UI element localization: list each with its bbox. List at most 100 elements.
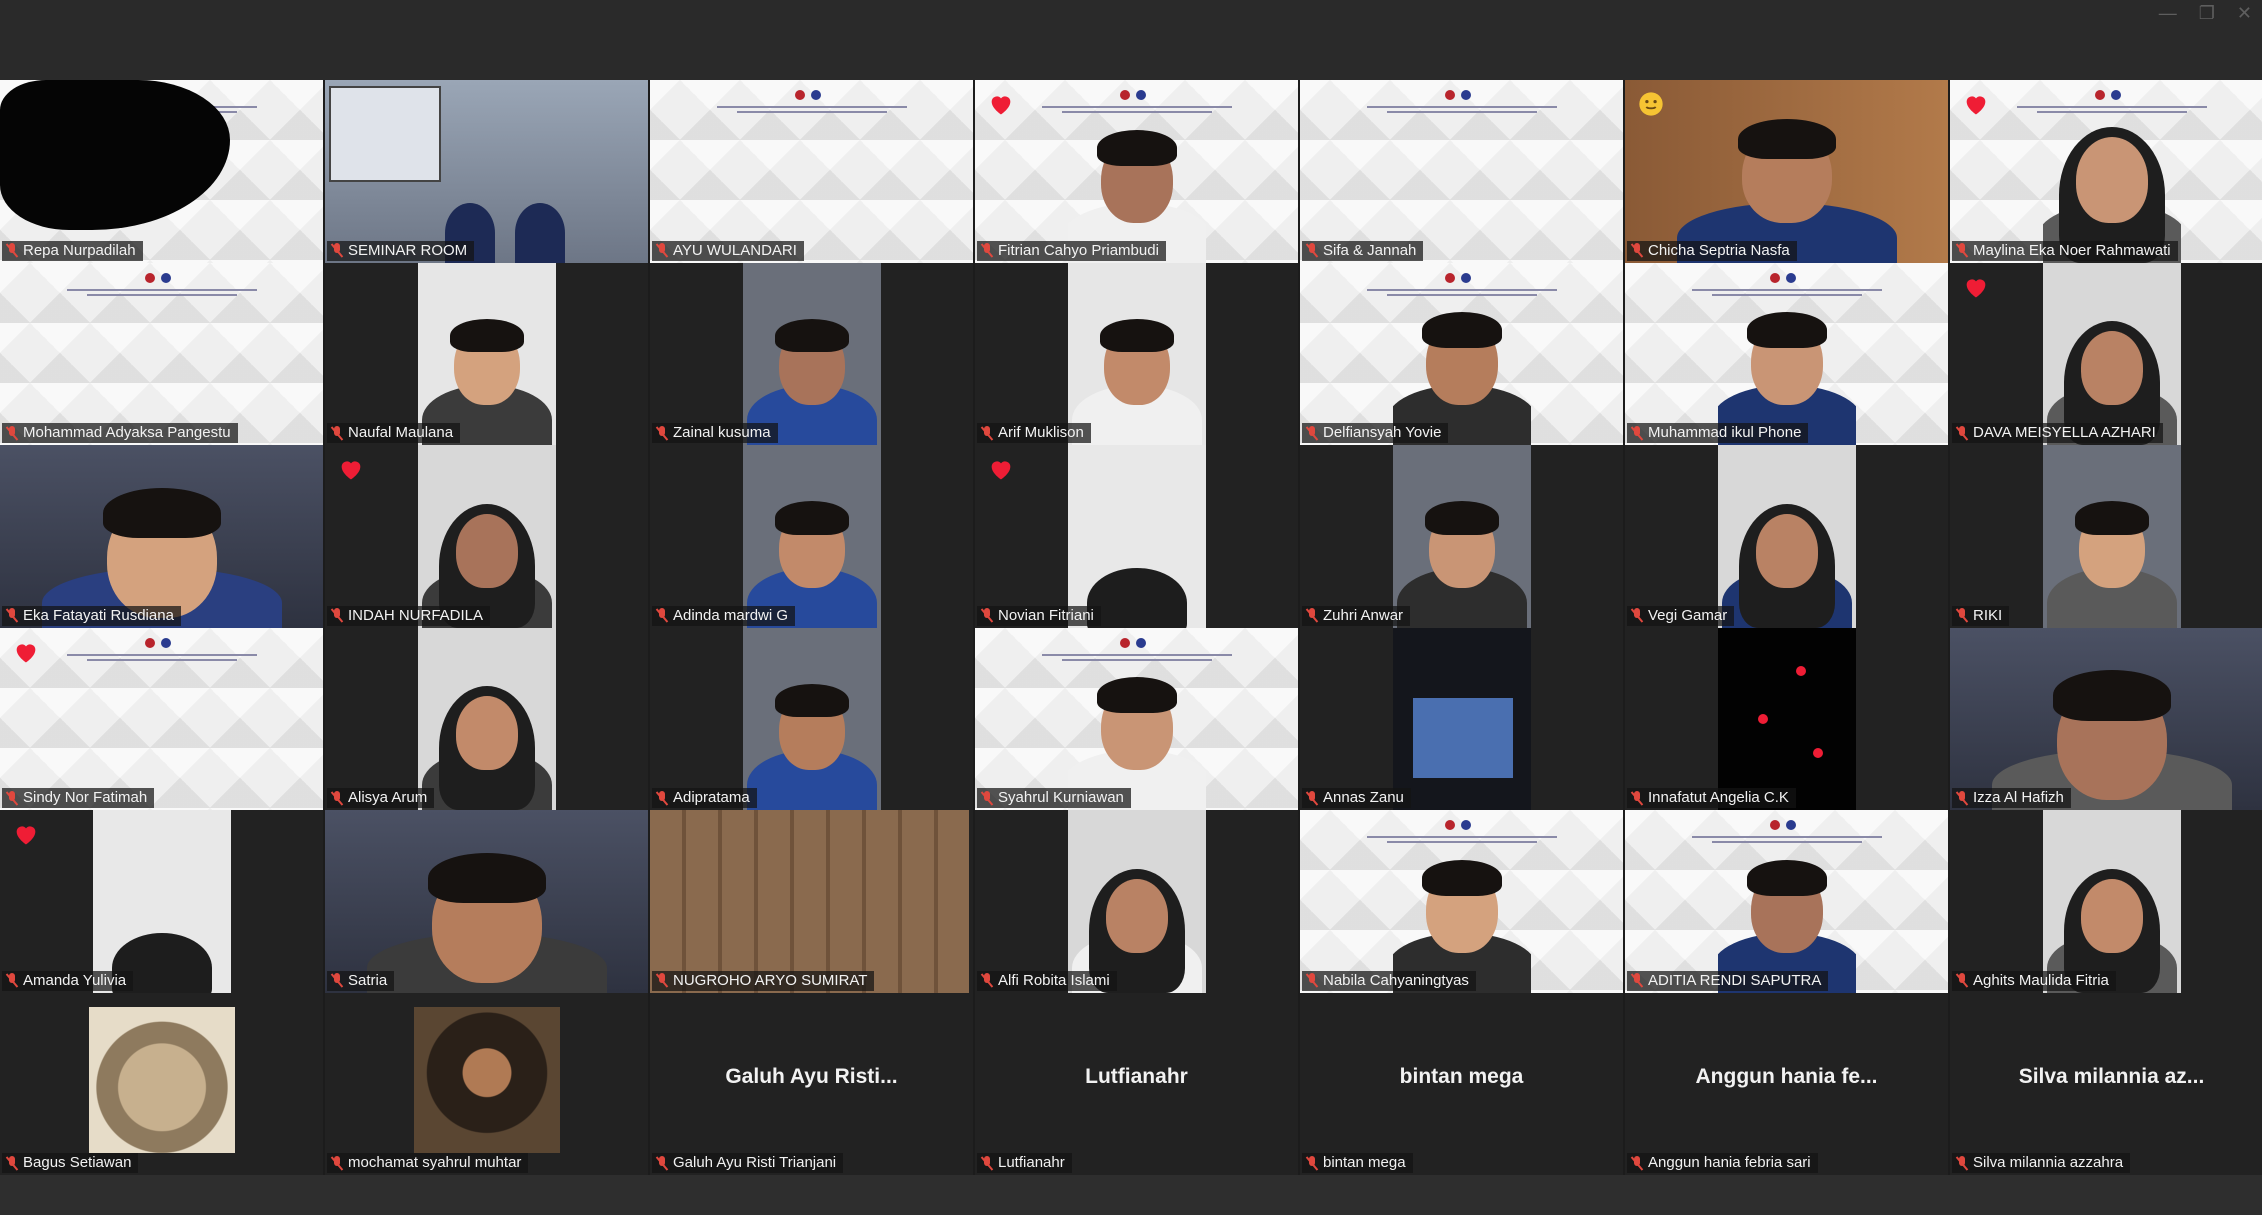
participant-tile-dava-meisyella-azhari[interactable]: DAVA MEISYELLA AZHARI (1950, 262, 2262, 445)
muted-mic-icon (1956, 243, 1968, 258)
participant-tile-indah-nurfadila[interactable]: INDAH NURFADILA (325, 445, 648, 628)
close-button[interactable]: ✕ (2237, 4, 2252, 22)
window-light (1412, 697, 1513, 778)
muted-mic-icon (6, 608, 18, 623)
poster-logo-header (66, 272, 257, 299)
participant-display-name: Galuh Ayu Risti... (725, 1064, 898, 1088)
participant-tile-chicha-septria-nasfa[interactable]: Chicha Septria Nasfa (1625, 80, 1948, 263)
participant-tile-maylina-eka-noer-rahmawati[interactable]: Maylina Eka Noer Rahmawati (1950, 80, 2262, 263)
participant-tile-naufal-maulana[interactable]: Naufal Maulana (325, 262, 648, 445)
muted-mic-icon (1306, 425, 1318, 441)
participant-tile-lutfianahr[interactable]: Lutfianahr Lutfianahr (975, 992, 1298, 1175)
participant-tile-zainal-kusuma[interactable]: Zainal kusuma (650, 262, 973, 445)
participant-name-label: Novian Fitriani (998, 606, 1094, 624)
participant-tile-aditia-rendi-saputra[interactable]: ADITIA RENDI SAPUTRA (1625, 810, 1948, 993)
participant-tile-nabila-cahyaningtyas[interactable]: Nabila Cahyaningtyas (1300, 810, 1623, 993)
muted-mic-icon (981, 243, 993, 258)
participant-tile-syahrul-kurniawan[interactable]: Syahrul Kurniawan (975, 627, 1298, 810)
participant-name-label: DAVA MEISYELLA AZHARI (1973, 424, 2156, 441)
participant-hair (774, 501, 849, 535)
participant-nameplate: Alisya Arum (327, 788, 435, 808)
camera-feed (325, 810, 648, 993)
participant-name-label: Vegi Gamar (1648, 606, 1728, 624)
smile-emoji-icon (1637, 90, 1665, 118)
participant-tile-amanda-yulivia[interactable]: Amanda Yulivia (0, 810, 323, 993)
camera-feed (1717, 263, 1856, 445)
participant-tile-sifa-jannah[interactable]: Sifa & Jannah (1300, 80, 1623, 263)
participant-tile-arif-muklison[interactable]: Arif Muklison (975, 262, 1298, 445)
participant-name-label: Sindy Nor Fatimah (23, 789, 148, 806)
poster-text-line (66, 288, 257, 291)
participant-nameplate: SEMINAR ROOM (327, 240, 475, 261)
poster-text-line (736, 111, 887, 113)
participant-name-label: Nabila Cahyaningtyas (1323, 971, 1469, 989)
participant-tile-fitrian-cahyo-priambudi[interactable]: Fitrian Cahyo Priambudi (975, 80, 1298, 263)
participant-tile-vegi-gamar[interactable]: Vegi Gamar (1625, 445, 1948, 628)
participant-tile-mochamat-syahrul-muhtar[interactable]: mochamat syahrul muhtar (325, 992, 648, 1175)
participant-tile-riki[interactable]: RIKI (1950, 445, 2262, 628)
restore-button[interactable]: ❐ (2199, 4, 2215, 22)
camera-feed (1392, 263, 1531, 445)
muted-mic-icon (1306, 973, 1318, 988)
participant-tile-ayu-wulandari[interactable]: AYU WULANDARI (650, 80, 973, 263)
participant-tile-adipratama[interactable]: Adipratama (650, 627, 973, 810)
participant-tile-delfiansyah-yovie[interactable]: Delfiansyah Yovie (1300, 262, 1623, 445)
camera-feed (0, 445, 323, 628)
muted-mic-icon (656, 425, 668, 441)
participant-tile-satria[interactable]: Satria (325, 810, 648, 993)
muted-mic-icon (1306, 790, 1318, 806)
participant-tile-eka-fatayati-rusdiana[interactable]: Eka Fatayati Rusdiana (0, 445, 323, 628)
participant-hair (1746, 312, 1827, 349)
participant-tile-adinda-mardwi-g[interactable]: Adinda mardwi G (650, 445, 973, 628)
participant-hair (1424, 501, 1499, 535)
participant-tile-silva-milannia-azzahra[interactable]: Silva milannia az... Silva milannia azzah… (1950, 992, 2262, 1175)
camera-feed (742, 262, 881, 445)
muted-mic-icon (331, 243, 343, 258)
participant-tile-anggun-hania-febria-sari[interactable]: Anggun hania fe... Anggun hania febria sa… (1625, 992, 1948, 1175)
participant-tile-sindy-nor-fatimah[interactable]: Sindy Nor Fatimah (0, 627, 323, 810)
participant-hair (102, 487, 221, 539)
participant-tile-muhammad-ikul-phone[interactable]: Muhammad ikul Phone (1625, 262, 1948, 445)
participant-nameplate: AYU WULANDARI (652, 240, 804, 261)
participant-face (455, 696, 518, 770)
participant-name-label: Maylina Eka Noer Rahmawati (1973, 241, 2171, 259)
participant-tile-bintan-mega[interactable]: bintan mega bintan mega (1300, 992, 1623, 1175)
participant-nameplate: RIKI (1952, 605, 2010, 626)
participant-tile-izza-al-hafizh[interactable]: Izza Al Hafizh (1950, 627, 2262, 810)
participant-tile-annas-zanu[interactable]: Annas Zanu (1300, 627, 1623, 810)
event-poster-background (650, 80, 973, 263)
minimize-button[interactable]: — (2159, 4, 2177, 22)
participant-tile-aghits-maulida-fitria[interactable]: Aghits Maulida Fitria (1950, 810, 2262, 993)
participant-tile-alfi-robita-islami[interactable]: Alfi Robita Islami (975, 810, 1298, 993)
participant-tile-innafatut-angelia-c-k[interactable]: Innafatut Angelia C.K (1625, 627, 1948, 810)
participant-tile-novian-fitriani[interactable]: Novian Fitriani (975, 445, 1298, 628)
muted-mic-icon (6, 243, 18, 258)
participant-nameplate: Izza Al Hafizh (1952, 788, 2071, 808)
participant-name-label: Delfiansyah Yovie (1323, 424, 1442, 441)
camera-feed (1392, 627, 1531, 810)
participant-name-label: Fitrian Cahyo Priambudi (998, 241, 1159, 259)
participant-tile-zuhri-anwar[interactable]: Zuhri Anwar (1300, 445, 1623, 628)
participant-tile-galuh-ayu-risti-trianjani[interactable]: Galuh Ayu Risti... Galuh Ayu Risti Trianj… (650, 992, 973, 1175)
muted-mic-icon (981, 973, 993, 988)
participant-tile-alisya-arum[interactable]: Alisya Arum (325, 627, 648, 810)
participant-hair (1096, 129, 1177, 166)
participant-face (1755, 513, 1818, 588)
muted-mic-icon (981, 425, 993, 441)
camera-feed (2042, 80, 2181, 263)
participant-face (2080, 331, 2143, 405)
participant-tile-bagus-setiawan[interactable]: Bagus Setiawan (0, 992, 323, 1175)
participant-tile-mohammad-adyaksa-pangestu[interactable]: Mohammad Adyaksa Pangestu (0, 262, 323, 445)
participant-name-label: Repa Nurpadilah (23, 241, 136, 259)
participant-nameplate: Eka Fatayati Rusdiana (2, 605, 181, 626)
audience-member (515, 202, 565, 263)
muted-mic-icon (656, 243, 668, 258)
participant-tile-repa-nurpadilah[interactable]: Repa Nurpadilah (0, 80, 323, 263)
poster-logo-icon (794, 90, 805, 100)
poster-logo-icon (144, 637, 155, 648)
participant-tile-seminar-room[interactable]: SEMINAR ROOM (325, 80, 648, 263)
camera-feed (1067, 80, 1206, 263)
participant-tile-nugroho-aryo-sumirat[interactable]: NUGROHO ARYO SUMIRAT (650, 810, 973, 993)
muted-mic-icon (6, 973, 18, 988)
heart-icon (1962, 273, 1990, 301)
